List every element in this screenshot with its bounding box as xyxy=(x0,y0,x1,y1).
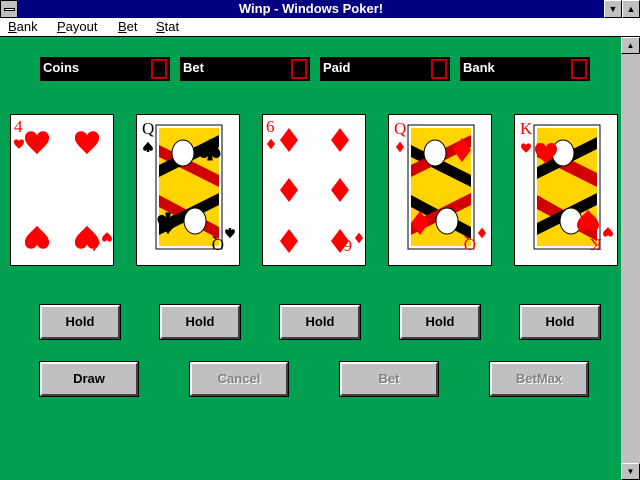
minimize-icon: ▼ xyxy=(608,4,618,14)
hold-button-3[interactable]: Hold xyxy=(279,304,361,340)
menu-stat[interactable]: Stat xyxy=(156,19,179,35)
bank-meter: Bank xyxy=(460,57,590,81)
paid-meter: Paid xyxy=(320,57,450,81)
hold-button-5[interactable]: Hold xyxy=(519,304,601,340)
card-rank: K xyxy=(589,235,602,254)
heart-icon: 4 4 xyxy=(14,117,112,255)
scroll-up-button[interactable]: ▲ xyxy=(621,37,640,54)
card-2[interactable]: Q Q xyxy=(136,114,240,266)
card-5[interactable]: K K xyxy=(514,114,618,266)
king-face-icon: K K xyxy=(520,119,613,254)
scroll-down-button[interactable]: ▼ xyxy=(621,463,640,480)
hold-button-4[interactable]: Hold xyxy=(399,304,481,340)
menu-payout[interactable]: Payout xyxy=(57,19,97,35)
bet-button[interactable]: Bet xyxy=(339,361,439,397)
card-3[interactable]: 6 6 xyxy=(262,114,366,266)
meter-label: Bet xyxy=(183,60,204,75)
menu-bank[interactable]: Bank xyxy=(8,19,38,35)
diamond-icon: 6 6 xyxy=(266,117,364,255)
card-rank: Q xyxy=(464,235,476,254)
menu-bar: Bank Payout Bet Stat xyxy=(0,18,640,37)
card-rank: Q xyxy=(142,119,154,138)
card-rank: 6 xyxy=(344,236,353,255)
window-title: Winp - Windows Poker! xyxy=(238,1,384,16)
cancel-button[interactable]: Cancel xyxy=(189,361,289,397)
vertical-scrollbar[interactable]: ▲ ▼ xyxy=(621,37,640,480)
card-rank: Q xyxy=(394,119,406,138)
maximize-button[interactable]: ▲ xyxy=(622,0,640,18)
meter-digit xyxy=(571,59,587,79)
bet-meter: Bet xyxy=(180,57,310,81)
card-4[interactable]: Q Q xyxy=(388,114,492,266)
meter-digit xyxy=(291,59,307,79)
arrow-down-icon: ▼ xyxy=(626,467,635,476)
maximize-icon: ▲ xyxy=(626,4,636,14)
card-rank: Q xyxy=(212,235,224,254)
betmax-button[interactable]: BetMax xyxy=(489,361,589,397)
card-rank: 4 xyxy=(14,117,23,136)
hold-button-2[interactable]: Hold xyxy=(159,304,241,340)
card-rank: 6 xyxy=(266,117,275,136)
queen-face-icon: Q Q xyxy=(394,119,487,254)
system-menu-button[interactable] xyxy=(0,0,18,18)
arrow-up-icon: ▲ xyxy=(626,41,635,50)
title-bar: Winp - Windows Poker! ▼ ▲ xyxy=(0,0,640,18)
hold-button-1[interactable]: Hold xyxy=(39,304,121,340)
draw-button[interactable]: Draw xyxy=(39,361,139,397)
meter-digit xyxy=(431,59,447,79)
meter-label: Coins xyxy=(43,60,80,75)
minimize-button[interactable]: ▼ xyxy=(604,0,622,18)
menu-bet[interactable]: Bet xyxy=(118,19,138,35)
meter-label: Bank xyxy=(463,60,495,75)
coins-meter: Coins xyxy=(40,57,170,81)
card-1[interactable]: 4 4 xyxy=(10,114,114,266)
card-rank: 4 xyxy=(91,236,100,255)
queen-face-icon: Q Q xyxy=(142,119,235,254)
meter-label: Paid xyxy=(323,60,351,75)
card-rank: K xyxy=(520,119,533,138)
meter-digit xyxy=(151,59,167,79)
